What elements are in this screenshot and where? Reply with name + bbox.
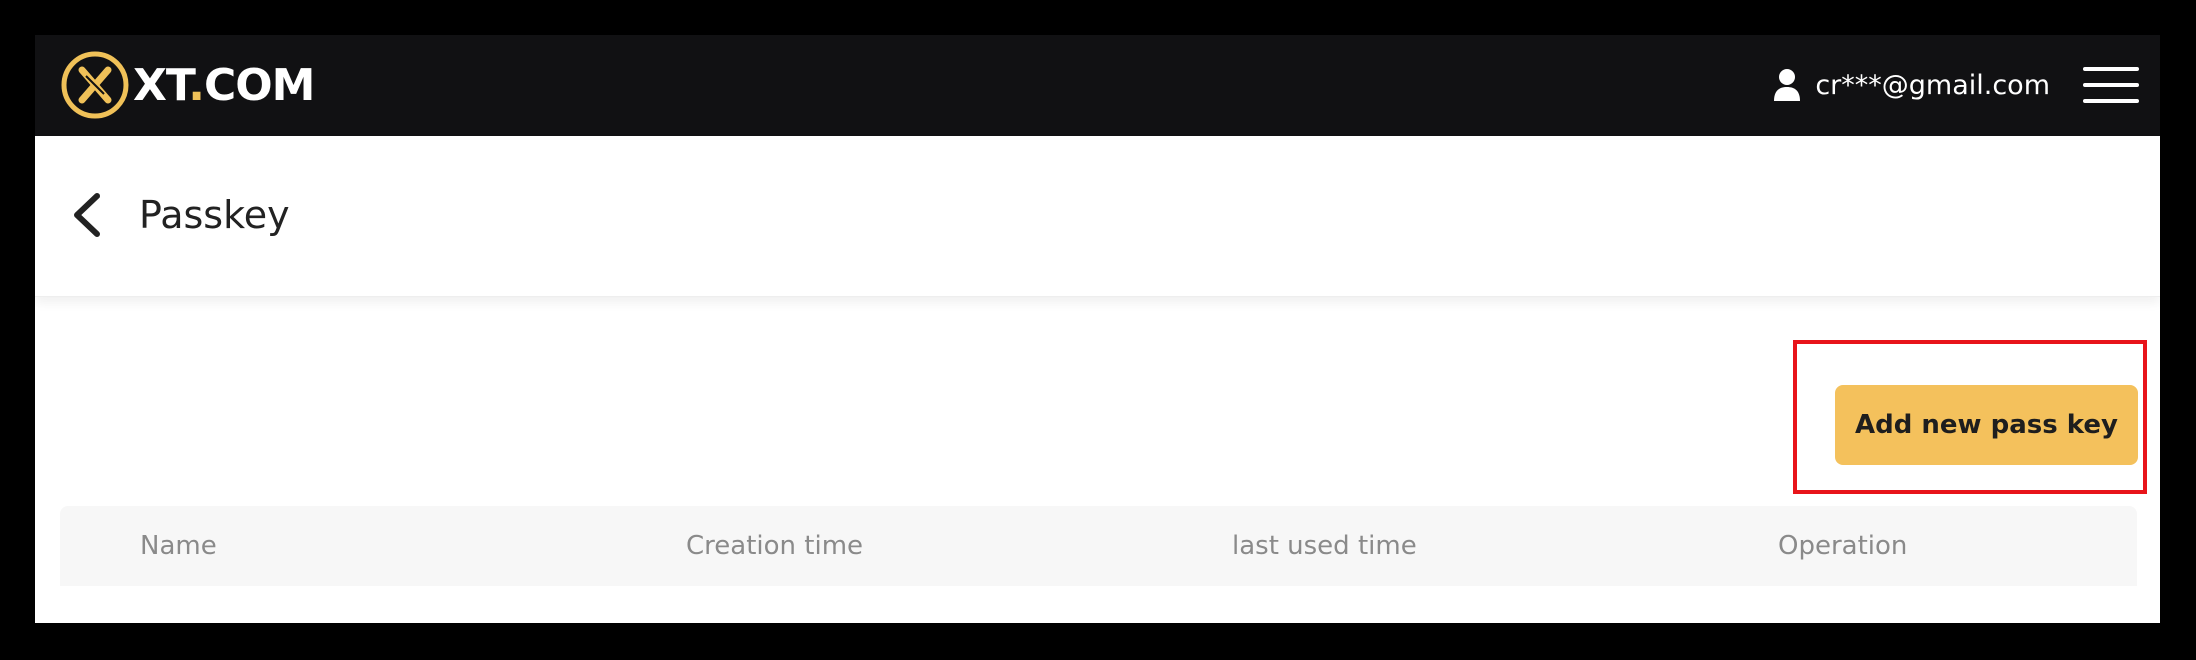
column-header-name: Name: [140, 531, 217, 561]
app-frame: XT.COM cr***@gmail.com Passkey Add new p…: [35, 35, 2160, 623]
logo-text-suffix: COM: [203, 59, 315, 111]
user-icon: [1774, 69, 1801, 101]
menu-line: [2083, 67, 2139, 71]
logo-text-dot: .: [188, 59, 205, 111]
menu-line: [2083, 83, 2139, 87]
menu-icon[interactable]: [2083, 67, 2139, 103]
add-new-pass-key-button[interactable]: Add new pass key: [1835, 385, 2138, 465]
column-header-creation-time: Creation time: [686, 531, 864, 561]
xt-logo-icon: [61, 51, 129, 119]
user-account[interactable]: cr***@gmail.com: [1773, 63, 2050, 107]
top-nav-bar: XT.COM cr***@gmail.com: [35, 35, 2160, 136]
column-header-last-used-time: last used time: [1232, 531, 1417, 561]
logo-wordmark: XT.COM: [133, 59, 315, 111]
xt-logo[interactable]: XT.COM: [60, 49, 315, 121]
back-button[interactable]: [63, 190, 109, 240]
chevron-left-icon: [74, 193, 100, 237]
table-header: Name Creation time last used time Operat…: [60, 506, 2137, 586]
user-email: cr***@gmail.com: [1815, 69, 2050, 101]
logo-text-main: XT: [133, 59, 189, 111]
page-header: Passkey: [35, 136, 2160, 297]
column-header-operation: Operation: [1778, 531, 1908, 561]
page-title: Passkey: [139, 193, 290, 237]
menu-line: [2083, 99, 2139, 103]
